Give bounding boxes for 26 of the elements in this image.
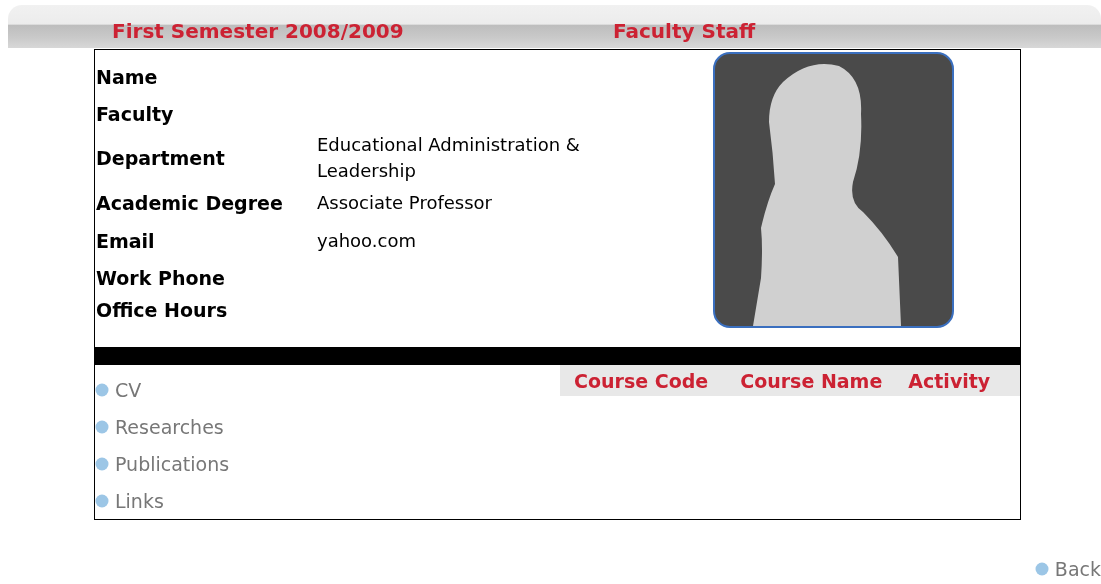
field-label: Department xyxy=(95,146,226,171)
back-link[interactable]: Back xyxy=(1054,558,1101,580)
column-header: Course Code xyxy=(574,369,709,392)
bullet-icon xyxy=(95,456,109,471)
field-value: Educational Administration & Leadership xyxy=(317,133,581,183)
profile-link[interactable]: CV xyxy=(115,378,142,401)
profile-link[interactable]: Links xyxy=(115,489,164,512)
field-value: yahoo.com xyxy=(317,229,416,253)
bullet-icon xyxy=(1034,562,1049,576)
column-header: Activity xyxy=(908,369,991,392)
bullet-icon xyxy=(95,493,109,508)
bullet-icon xyxy=(95,419,109,434)
field-label: Name xyxy=(95,64,159,90)
field-label: Email xyxy=(95,229,156,254)
field-label: Faculty xyxy=(95,101,175,127)
semester-title: First Semester 2008/2009 xyxy=(112,19,405,43)
avatar-placeholder-icon xyxy=(713,52,954,328)
field-value: Associate Professor xyxy=(317,191,492,215)
page-title: Faculty Staff xyxy=(613,19,756,43)
column-header: Course Name xyxy=(740,369,883,392)
field-label: Office Hours xyxy=(95,298,229,323)
profile-link[interactable]: Publications xyxy=(115,452,230,475)
field-label: Work Phone xyxy=(95,266,226,291)
bullet-icon xyxy=(95,382,109,397)
field-label: Academic Degree xyxy=(95,191,284,216)
profile-link[interactable]: Researches xyxy=(115,415,224,438)
